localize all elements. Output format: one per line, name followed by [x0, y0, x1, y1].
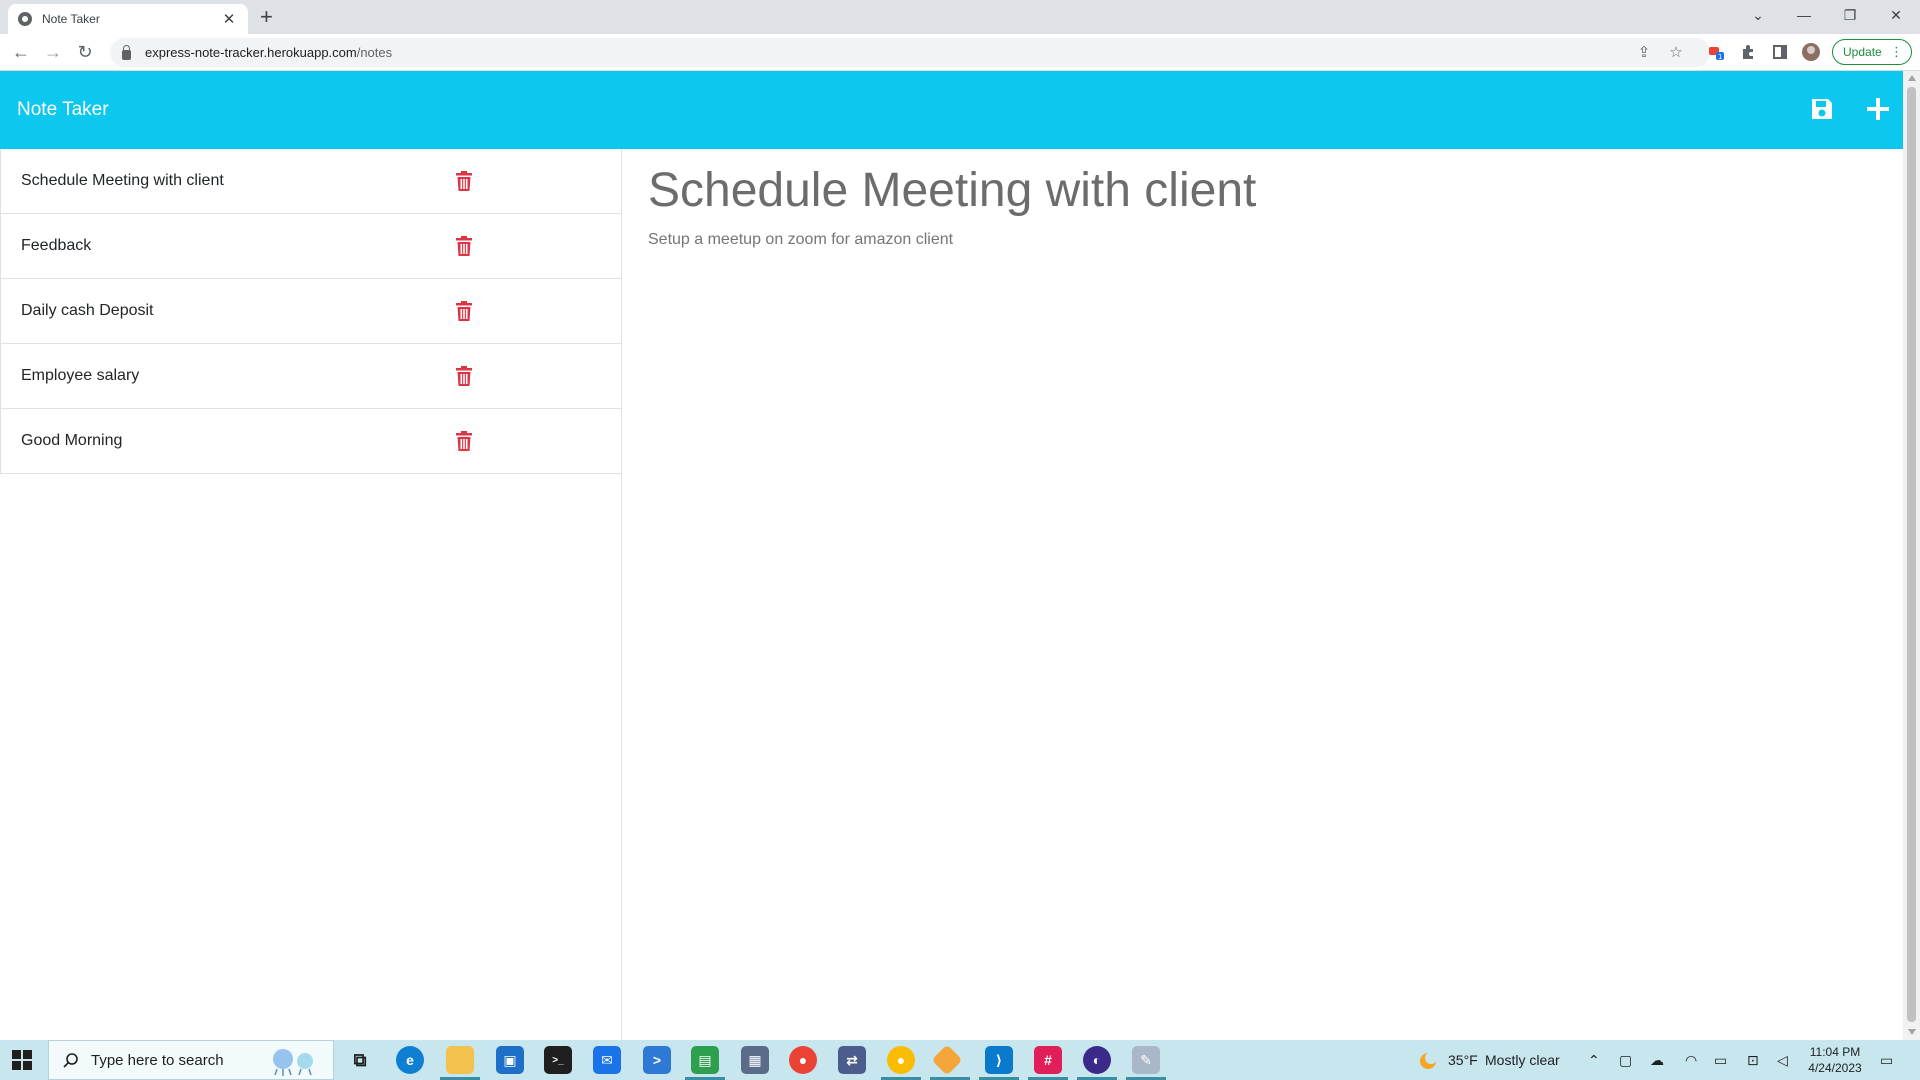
note-title: Feedback — [21, 237, 92, 254]
close-window-button[interactable]: ✕ — [1873, 0, 1919, 30]
page-scrollbar[interactable] — [1903, 71, 1920, 1040]
more-menu-icon[interactable]: ⋮ — [1890, 44, 1903, 60]
taskbar-search-input[interactable]: Type here to search — [48, 1040, 334, 1080]
list-item[interactable]: Feedback — [0, 214, 621, 279]
note-title: Daily cash Deposit — [21, 302, 154, 319]
weather-text[interactable]: Mostly clear — [1485, 1052, 1560, 1068]
note-editor: Schedule Meeting with client Setup a mee… — [623, 149, 1903, 1040]
powershell-icon[interactable]: > — [643, 1046, 671, 1074]
address-bar[interactable]: express-note-tracker.herokuapp.com /note… — [110, 38, 1710, 67]
forward-icon[interactable]: → — [41, 40, 65, 64]
close-tab-icon[interactable]: ✕ — [220, 10, 238, 28]
notifications-icon[interactable]: ▭ — [1880, 1052, 1893, 1069]
scroll-thumb[interactable] — [1907, 87, 1916, 1022]
note-title-input[interactable]: Schedule Meeting with client — [648, 163, 1256, 218]
slack-icon[interactable]: # — [1034, 1046, 1062, 1074]
cloud-sync-icon[interactable]: ☁ — [1650, 1052, 1664, 1069]
lock-icon — [122, 44, 131, 60]
edge-icon[interactable]: e — [396, 1046, 424, 1074]
list-item[interactable]: Employee salary — [0, 344, 621, 409]
file-explorer-icon[interactable] — [446, 1046, 474, 1074]
browser-tab-bar: Note Taker ✕ + ⌄ — ❐ ✕ — [0, 0, 1920, 34]
list-item[interactable]: Daily cash Deposit — [0, 279, 621, 344]
extensions-puzzle-icon[interactable] — [1738, 42, 1758, 62]
app-title[interactable]: Note Taker — [17, 99, 109, 121]
note-title: Employee salary — [21, 367, 140, 384]
new-tab-button[interactable]: + — [260, 5, 273, 29]
clock[interactable]: 11:04 PM 4/24/2023 — [1805, 1044, 1865, 1076]
side-panel-icon[interactable] — [1770, 42, 1790, 62]
spreadsheet-app-icon[interactable]: ▤ — [691, 1046, 719, 1074]
note-title: Schedule Meeting with client — [21, 172, 224, 189]
network-icon[interactable]: ⊡ — [1747, 1052, 1759, 1069]
wifi-icon[interactable]: ◠ — [1685, 1052, 1697, 1069]
share-icon[interactable]: ⇪ — [1634, 42, 1654, 62]
save-icon[interactable] — [1808, 95, 1836, 123]
app-header: Note Taker — [0, 71, 1903, 149]
url-host: express-note-tracker.herokuapp.com — [145, 45, 357, 60]
chrome-icon[interactable]: ● — [789, 1046, 817, 1074]
mail-icon[interactable]: ✉ — [593, 1046, 621, 1074]
scroll-down-icon[interactable] — [1908, 1029, 1916, 1035]
browser-tab[interactable]: Note Taker ✕ — [8, 4, 248, 34]
paint-icon[interactable]: ✎ — [1132, 1046, 1160, 1074]
chrome-profile-icon[interactable]: ● — [887, 1046, 915, 1074]
reload-icon[interactable]: ↻ — [73, 40, 97, 64]
search-placeholder: Type here to search — [91, 1051, 224, 1069]
scroll-up-icon[interactable] — [1908, 75, 1916, 81]
browser-toolbar: ← → ↻ express-note-tracker.herokuapp.com… — [0, 34, 1920, 71]
tab-title: Note Taker — [42, 12, 100, 26]
browser-app-icon[interactable]: ◐ — [1083, 1046, 1111, 1074]
list-item[interactable]: Good Morning — [0, 409, 621, 474]
note-title: Good Morning — [21, 432, 123, 449]
volume-icon[interactable]: ◁ — [1777, 1052, 1788, 1069]
extension-badge-icon[interactable]: 1 — [1706, 42, 1726, 62]
update-button[interactable]: Update ⋮ — [1832, 39, 1912, 65]
task-view-icon[interactable]: ⧉ — [346, 1046, 374, 1074]
note-text-area[interactable]: Setup a meetup on zoom for amazon client — [648, 231, 953, 249]
list-item[interactable]: Schedule Meeting with client — [0, 149, 621, 214]
site-favicon-icon — [18, 12, 32, 26]
bookmark-star-icon[interactable]: ☆ — [1666, 42, 1686, 62]
show-hidden-icons-icon[interactable]: ⌃ — [1588, 1052, 1600, 1069]
store-icon[interactable]: ▣ — [496, 1046, 524, 1074]
meet-now-icon[interactable]: ▢ — [1619, 1052, 1632, 1069]
search-highlight-icon — [273, 1049, 313, 1076]
plus-icon[interactable] — [1864, 95, 1892, 123]
trash-icon[interactable] — [456, 236, 472, 256]
terminal-icon[interactable]: >_ — [544, 1046, 572, 1074]
trash-icon[interactable] — [456, 171, 472, 191]
update-label: Update — [1843, 45, 1882, 59]
search-icon — [63, 1053, 78, 1068]
weather-temp[interactable]: 35°F — [1448, 1052, 1478, 1068]
trash-icon[interactable] — [456, 366, 472, 386]
battery-icon[interactable]: ▭ — [1714, 1052, 1727, 1069]
calculator-icon[interactable]: ▦ — [741, 1046, 769, 1074]
vscode-icon[interactable]: ⟩ — [985, 1046, 1013, 1074]
profile-avatar[interactable] — [1801, 42, 1821, 62]
tab-search-icon[interactable]: ⌄ — [1735, 0, 1781, 30]
windows-start-icon[interactable] — [12, 1050, 32, 1070]
url-path: /notes — [356, 45, 393, 60]
clock-date: 4/24/2023 — [1808, 1061, 1862, 1075]
weather-moon-icon — [1420, 1052, 1437, 1069]
clock-time: 11:04 PM — [1809, 1045, 1861, 1059]
trash-icon[interactable] — [456, 301, 472, 321]
restore-button[interactable]: ❐ — [1827, 0, 1873, 30]
trash-icon[interactable] — [456, 431, 472, 451]
svg-text:1: 1 — [1718, 53, 1722, 61]
windows-taskbar: Type here to search ⧉ e ▣ >_ ✉ > ▤ ▦ ● ⇄… — [0, 1040, 1920, 1080]
note-list: Schedule Meeting with client Feedback Da… — [0, 149, 622, 1040]
remote-desktop-icon[interactable]: ⇄ — [838, 1046, 866, 1074]
minimize-button[interactable]: — — [1781, 0, 1827, 30]
back-icon[interactable]: ← — [9, 40, 33, 64]
gitkraken-icon[interactable] — [931, 1044, 963, 1076]
